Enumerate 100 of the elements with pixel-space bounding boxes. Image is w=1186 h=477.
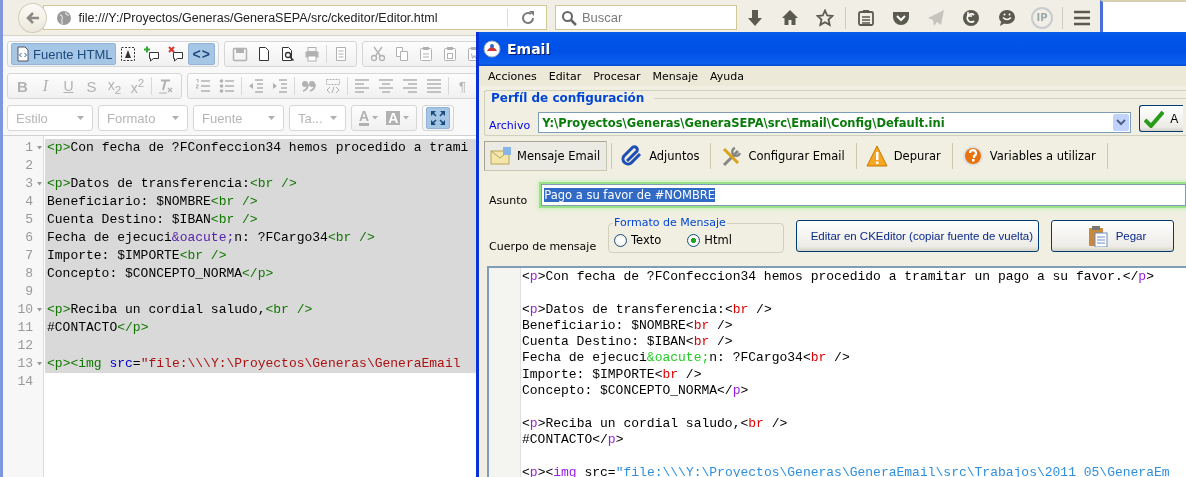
- group-title: Perfíl de configuración: [489, 91, 647, 105]
- check-icon: [1144, 109, 1165, 128]
- clipboard-icon: [417, 46, 434, 62]
- tab[interactable]: Configurar Email: [715, 141, 852, 171]
- maximize-icon: [430, 110, 447, 126]
- dropdown-label: Estilo: [16, 110, 48, 126]
- line-number: 12: [16, 337, 33, 355]
- line-number: 5: [24, 211, 33, 229]
- menu-item[interactable]: Procesar: [587, 69, 647, 83]
- source-text-area[interactable]: [487, 266, 1186, 477]
- paper-plane-icon: [927, 8, 946, 27]
- radio-button[interactable]: Texto: [614, 233, 662, 247]
- div-container-icon: [325, 78, 341, 94]
- line-number: 14: [16, 373, 33, 391]
- menu-item[interactable]: Mensaje: [646, 69, 705, 83]
- menu-item[interactable]: Ayuda: [704, 69, 751, 83]
- speech-bubble-cross-icon: [168, 46, 185, 62]
- line-number: 7: [24, 247, 33, 265]
- subject-field[interactable]: Pago a su favor de #NOMBRE: [541, 184, 1186, 206]
- page-magnifier-icon: [279, 46, 296, 62]
- line-number: 4: [24, 193, 33, 211]
- address-bar[interactable]: file:///Y:/Proyectos/Generas/GeneraSEPA/src/ckeditor/Editor.html: [43, 5, 547, 30]
- apply-button[interactable]: A: [1139, 105, 1184, 132]
- justify-icon: [426, 78, 442, 94]
- code-line: Concepto: $CONCEPTO_NORMA</p>: [522, 383, 750, 400]
- radio-button[interactable]: Html: [687, 233, 732, 247]
- line-number: 2: [24, 157, 33, 175]
- speech-bubble-plus-icon: [144, 46, 161, 62]
- scissors-icon: [369, 46, 386, 62]
- align-right-icon: [402, 78, 418, 94]
- align-center-icon: [378, 78, 394, 94]
- caret-icon: [172, 116, 179, 120]
- copy-icon: [393, 46, 410, 62]
- code-line: <p>Con fecha de ?FConfeccion34 hemos procedido a tramitar un pago a su favor.</p>: [522, 269, 1155, 286]
- back-button[interactable]: [18, 2, 48, 33]
- indent-icon: [272, 78, 288, 94]
- envelope-icon: [489, 145, 511, 167]
- code-line: <p>Datos de transferencia:<br />: [522, 301, 773, 318]
- code-line: Beneficiario: $NOMBRE<br />: [522, 317, 734, 335]
- source-editor[interactable]: [3, 136, 476, 477]
- paste-button[interactable]: Pegar: [1050, 220, 1174, 252]
- bullet-list-icon: [219, 78, 235, 94]
- line-number: 13: [16, 355, 33, 373]
- history-icon: [962, 8, 981, 27]
- field-label: Archivo: [489, 119, 531, 132]
- caret-icon: [77, 116, 84, 120]
- line-number: 10: [16, 301, 33, 319]
- app-icon: [483, 40, 501, 58]
- outdent-icon: [248, 78, 264, 94]
- line-number: 6: [24, 229, 33, 247]
- file-dropdown[interactable]: Y:\Proyectos\Generas\GeneraSEPA\src\Email\Config\Default.ini: [538, 112, 1132, 133]
- paperclip-icon: [621, 145, 644, 167]
- dropdown-label: Ta...: [298, 110, 323, 126]
- tab[interactable]: Adjuntos: [616, 141, 707, 171]
- tab[interactable]: Mensaje Email: [484, 141, 608, 171]
- line-number: 8: [24, 265, 33, 283]
- search-field[interactable]: Buscar: [554, 5, 737, 30]
- smiley-bubble-icon: [997, 8, 1016, 27]
- menu-item[interactable]: Editar: [542, 69, 588, 83]
- caret-icon: [330, 116, 337, 120]
- code-line: #CONTACTO</p>: [522, 431, 625, 449]
- code-line: <p>Reciba un cordial saludo,<br />: [522, 415, 789, 432]
- code-line: Cuenta Destino: $IBAN<br />: [522, 334, 734, 351]
- reading-list-icon: [856, 8, 875, 27]
- help-icon: [961, 145, 984, 167]
- tools-icon: [720, 145, 743, 167]
- field-label: Asunto: [488, 194, 528, 207]
- reload-icon: [519, 9, 536, 26]
- globe-icon: [56, 9, 73, 26]
- window-title: Email: [507, 41, 551, 57]
- source-toggle-button[interactable]: <>: [188, 43, 215, 65]
- quote-icon: [301, 78, 317, 94]
- url-text: file:///Y:/Proyectos/Generas/GeneraSEPA/src/ckeditor/Editor.html: [78, 10, 439, 25]
- star-icon: [816, 8, 835, 27]
- caret-icon: [403, 116, 410, 120]
- tab[interactable]: Variables a utilizar: [956, 141, 1103, 171]
- dropdown-label: Fuente: [202, 110, 243, 126]
- dashed-square-icon: [120, 46, 137, 62]
- numbered-list-icon: [195, 78, 211, 94]
- home-icon: [780, 8, 799, 27]
- caret-icon: [268, 116, 275, 120]
- field-label: Cuerpo de mensaje: [488, 240, 598, 253]
- document-icon: [15, 46, 31, 62]
- group-title: Formato de Mensaje: [613, 216, 727, 229]
- menu-icon: [1073, 8, 1092, 27]
- back-arrow-icon: [24, 9, 41, 26]
- edit-button[interactable]: Editar en CKEditor (copiar fuente de vuelta): [795, 220, 1039, 252]
- clipboard-icon: [441, 46, 458, 62]
- code-line: Importe: $IMPORTE<br />: [522, 366, 703, 384]
- source-button[interactable]: Fuente HTML: [11, 43, 117, 65]
- line-number: 9: [24, 283, 33, 301]
- caret-icon: [372, 116, 379, 120]
- line-number: 1: [24, 139, 33, 157]
- align-left-icon: [354, 78, 370, 94]
- menu-item[interactable]: Acciones: [482, 69, 543, 83]
- tab[interactable]: Depurar: [860, 141, 948, 171]
- warning-icon: [865, 145, 888, 167]
- clear-format-icon: [158, 78, 174, 94]
- line-number: 11: [16, 319, 33, 337]
- download-icon: [745, 8, 764, 27]
